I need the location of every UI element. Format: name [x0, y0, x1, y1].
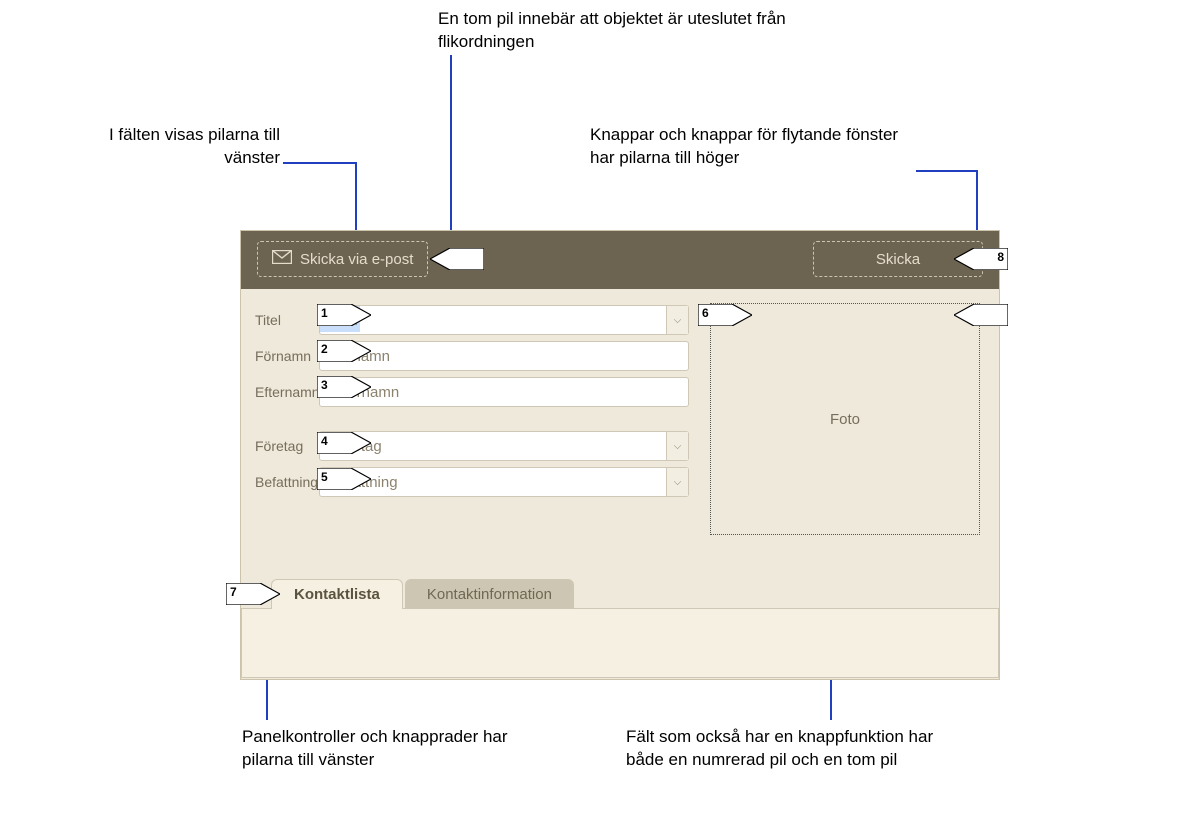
- label-lastname: Efternamn: [255, 384, 319, 400]
- tab-contact-list[interactable]: Kontaktlista: [271, 579, 403, 609]
- callout-top: En tom pil innebär att objektet är utesl…: [438, 8, 808, 54]
- send-button-label: Skicka: [876, 251, 920, 268]
- leader-top: [450, 55, 452, 258]
- callout-left: I fälten visas pilarna till vänster: [60, 124, 280, 170]
- chevron-down-icon[interactable]: ⌵: [666, 432, 688, 460]
- label-firstname: Förnamn: [255, 348, 319, 364]
- tab-arrow-6-num: 6: [702, 306, 709, 320]
- photo-label: Foto: [830, 411, 860, 428]
- field-lastname[interactable]: Efternamn: [319, 377, 689, 407]
- leader-left-h: [283, 162, 355, 164]
- field-company[interactable]: Företag ⌵: [319, 431, 689, 461]
- envelope-icon: [272, 250, 292, 268]
- app-window: Skicka via e-post Skicka Titel Titel ⌵ F…: [240, 230, 1000, 680]
- tab-arrow-5-num: 5: [321, 470, 328, 484]
- tab-arrow-6: 6: [698, 304, 752, 326]
- callout-bottom-left: Panelkontroller och knapprader har pilar…: [242, 726, 562, 772]
- tab-arrow-4: 4: [317, 432, 371, 454]
- leader-right-h: [916, 170, 976, 172]
- tab-arrow-1: 1: [317, 304, 371, 326]
- callout-right: Knappar och knappar för flytande fönster…: [590, 124, 920, 170]
- toolbar: Skicka via e-post Skicka: [241, 231, 999, 289]
- tab-arrow-1-num: 1: [321, 306, 328, 320]
- photo-container[interactable]: Foto: [710, 303, 980, 535]
- field-position[interactable]: Befattning ⌵: [319, 467, 689, 497]
- tab-arrow-2-num: 2: [321, 342, 328, 356]
- tab-arrow-7-num: 7: [230, 585, 237, 599]
- tab-arrow-2: 2: [317, 340, 371, 362]
- tab-arrow-empty-email: [430, 248, 484, 270]
- chevron-down-icon[interactable]: ⌵: [666, 468, 688, 496]
- tab-panel: Kontaktlista Kontaktinformation: [241, 579, 999, 679]
- email-button-label: Skicka via e-post: [300, 251, 413, 268]
- tab-arrow-5: 5: [317, 468, 371, 490]
- tab-arrow-7: 7: [226, 583, 280, 605]
- email-button[interactable]: Skicka via e-post: [257, 241, 428, 277]
- field-title[interactable]: Titel ⌵: [319, 305, 689, 335]
- callout-bottom-right: Fält som också har en knappfunktion har …: [626, 726, 946, 772]
- tab-body: [241, 608, 999, 678]
- label-position: Befattning: [255, 474, 319, 490]
- tab-arrow-8: 8: [954, 248, 1008, 270]
- chevron-down-icon[interactable]: ⌵: [666, 306, 688, 334]
- tab-arrow-8-num: 8: [997, 250, 1004, 264]
- tab-arrow-3-num: 3: [321, 378, 328, 392]
- field-firstname[interactable]: Förnamn: [319, 341, 689, 371]
- label-title: Titel: [255, 312, 319, 328]
- tab-contact-info[interactable]: Kontaktinformation: [405, 579, 574, 609]
- tab-arrow-4-num: 4: [321, 434, 328, 448]
- tab-strip: Kontaktlista Kontaktinformation: [241, 579, 999, 609]
- tab-arrow-empty-photo: [954, 304, 1008, 326]
- tab-arrow-3: 3: [317, 376, 371, 398]
- label-company: Företag: [255, 438, 319, 454]
